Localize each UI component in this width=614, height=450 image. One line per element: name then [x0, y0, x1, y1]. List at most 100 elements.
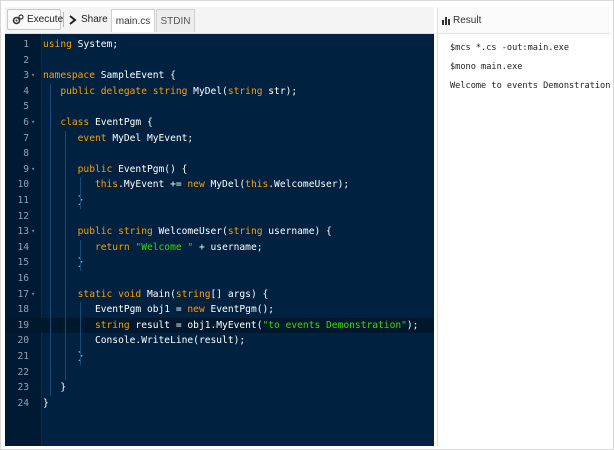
result-pane: Result $mcs *.cs -out:main.exe $mono mai…: [437, 7, 610, 446]
this-token: this: [245, 179, 269, 191]
code-line[interactable]: 17 ▾ static void Main(string[] args) {: [5, 287, 434, 303]
plain-token: + username;: [193, 241, 263, 253]
plain-token: .WelcomeUser);: [268, 179, 350, 191]
code-text: Console.WriteLine(result);: [43, 333, 245, 349]
tab-stdin[interactable]: STDIN: [156, 9, 195, 32]
code-line[interactable]: 21 }: [5, 349, 434, 365]
code-line[interactable]: 20 Console.WriteLine(result);: [5, 333, 434, 349]
code-line[interactable]: 11 }: [5, 193, 434, 209]
this-token: this: [94, 179, 119, 191]
fold-arrow-icon[interactable]: ▾: [31, 115, 39, 131]
string-token: "to events Demonstration": [262, 319, 407, 331]
code-line[interactable]: 12: [5, 209, 434, 225]
line-number: 19: [17, 319, 29, 331]
fold-arrow-icon[interactable]: ▾: [31, 162, 39, 178]
plain-token: str);: [262, 85, 298, 97]
fold-arrow-icon[interactable]: ▾: [31, 287, 39, 303]
code-editor[interactable]: 1 using System; 2 3 ▾ namespace SampleEvent {…: [5, 34, 434, 446]
toolbar: Execute Share main.cs STDIN: [5, 7, 434, 34]
code-line[interactable]: 24}: [5, 396, 434, 412]
line-number: 4: [23, 85, 29, 97]
plain-token: );: [406, 319, 419, 331]
execute-label: Execute: [27, 14, 64, 25]
plain-token: MyDel(: [204, 179, 246, 191]
code-line[interactable]: 7 event MyDel MyEvent;: [5, 131, 434, 147]
keyword-token: new: [187, 304, 205, 316]
plain-token: }: [43, 382, 67, 394]
code-text: return "Welcome " + username;: [43, 240, 263, 256]
indent-guide: [80, 239, 81, 271]
plain-token: EventPgm {: [89, 117, 153, 128]
plain-token: SampleEvent {: [94, 70, 176, 82]
code-text: class EventPgm {: [43, 115, 153, 131]
plain-token: [] args) {: [210, 288, 269, 300]
indent-guide: [50, 83, 51, 396]
line-number: 6: [23, 117, 29, 128]
code-line[interactable]: 18 EventPgm obj1 = new EventPgm();: [5, 302, 434, 318]
keyword-token: class: [60, 117, 90, 128]
keyword-token: namespace: [43, 70, 95, 82]
line-number: 20: [17, 335, 29, 347]
plain-token: EventPgm();: [204, 304, 275, 316]
keyword-token: string: [94, 319, 130, 331]
plain-token: result = obj1.MyEvent(: [129, 319, 263, 331]
code-text: using System;: [43, 37, 118, 53]
output-line: Welcome to events Demonstration: [450, 81, 611, 91]
line-number: 13: [17, 226, 29, 238]
line-number: 23: [17, 382, 29, 394]
code-text: }: [43, 380, 66, 396]
code-line[interactable]: 13 ▾ public string WelcomeUser(string use…: [5, 224, 434, 240]
code-text: }: [43, 396, 49, 412]
line-number: 12: [17, 210, 29, 222]
code-line[interactable]: 9 ▾ public EventPgm() {: [5, 162, 434, 178]
code-line[interactable]: 6 ▾ class EventPgm {: [5, 115, 434, 131]
code-line[interactable]: 3 ▾ namespace SampleEvent {: [5, 68, 434, 84]
keyword-token: new: [187, 179, 205, 191]
line-number: 5: [23, 101, 29, 113]
code-line[interactable]: 22: [5, 365, 434, 381]
keyword-token: string: [175, 288, 211, 300]
output-line: $mono main.exe: [450, 62, 523, 72]
share-arrow-icon: [68, 14, 78, 26]
code-line[interactable]: 19 string result = obj1.MyEvent("to even…: [5, 317, 434, 334]
line-number: 2: [23, 54, 29, 66]
fold-arrow-icon[interactable]: ▾: [31, 68, 39, 84]
keyword-token: return: [94, 241, 130, 253]
app-window: Execute Share main.cs STDIN 1 using Syste…: [0, 0, 614, 450]
share-button[interactable]: Share: [66, 9, 110, 30]
code-line[interactable]: 23 }: [5, 380, 434, 396]
plain-token: username) {: [262, 226, 332, 238]
plain-token: Console.WriteLine(result);: [43, 335, 246, 347]
tab-main-cs[interactable]: main.cs: [111, 9, 155, 32]
indent-guide: [80, 177, 81, 209]
code-line[interactable]: 1 using System;: [5, 37, 434, 53]
plain-token: .MyEvent +=: [118, 179, 188, 191]
code-line[interactable]: 2: [5, 53, 434, 69]
fold-arrow-icon[interactable]: ▾: [31, 224, 39, 240]
execute-button[interactable]: Execute: [7, 9, 64, 30]
keyword-token: static void: [77, 288, 142, 300]
keyword-token: public: [77, 163, 113, 175]
line-number: 15: [17, 257, 29, 269]
code-line[interactable]: 10 this.MyEvent += new MyDel(this.Welcom…: [5, 177, 434, 193]
code-line[interactable]: 5: [5, 99, 434, 115]
plain-token: MyDel MyEvent;: [106, 132, 194, 144]
plain-token: EventPgm() {: [112, 163, 188, 175]
code-line[interactable]: 4 public delegate string MyDel(string st…: [5, 84, 434, 100]
line-number: 16: [17, 273, 29, 284]
line-number: 1: [23, 39, 29, 50]
code-line[interactable]: 8: [5, 146, 434, 162]
line-number: 14: [17, 241, 29, 253]
code-line[interactable]: 16: [5, 271, 434, 287]
code-line[interactable]: 15 }: [5, 255, 434, 271]
plain-token: Main(: [141, 288, 176, 300]
line-number: 10: [17, 179, 29, 191]
code-line[interactable]: 14 return "Welcome " + username;: [5, 240, 434, 256]
line-number: 3: [23, 70, 29, 82]
keyword-token: event: [77, 132, 107, 144]
